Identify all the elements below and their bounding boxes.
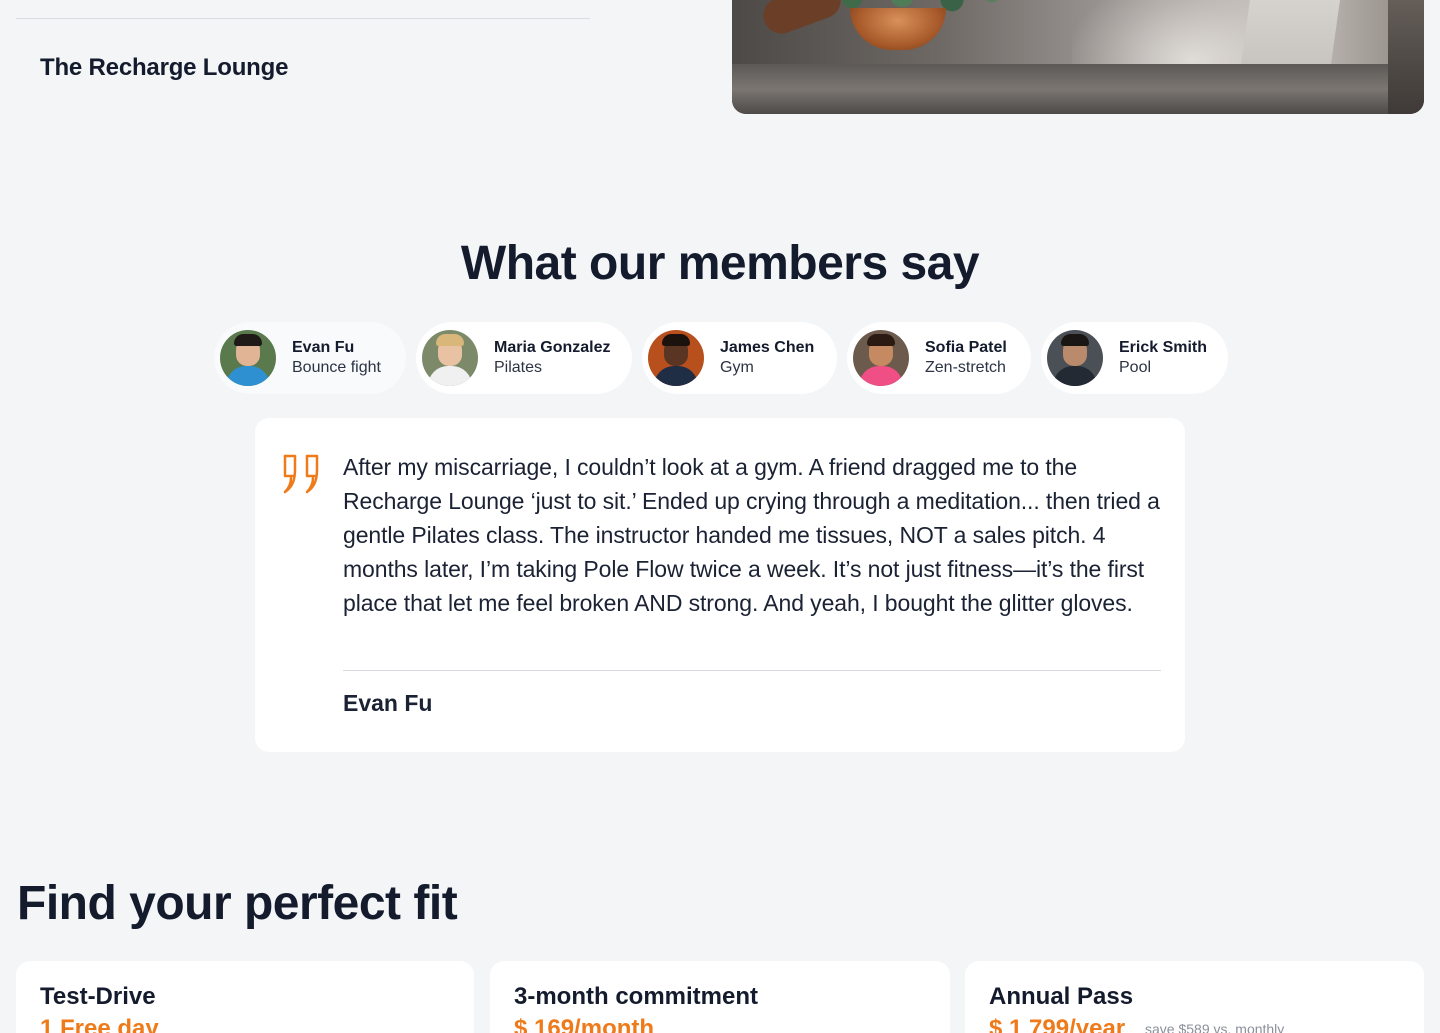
avatar (648, 330, 704, 386)
avatar-body (654, 366, 698, 386)
testimonial-card: After my miscarriage, I couldn’t look at… (255, 418, 1185, 752)
testimonial-author: Evan Fu (343, 690, 433, 716)
testimonial-divider (343, 670, 1161, 671)
plan-card-annual[interactable]: Annual Pass $ 1 799/year save $589 vs. m… (965, 961, 1424, 1033)
plan-price: $ 169/month (514, 1015, 655, 1033)
member-class: Zen-stretch (925, 359, 1006, 376)
plan-card-3-month[interactable]: 3-month commitment $ 169/month (490, 961, 950, 1033)
plan-card-test-drive[interactable]: Test-Drive 1 Free day (16, 961, 474, 1033)
member-class: Bounce fight (292, 359, 381, 376)
plan-name: Annual Pass (989, 983, 1134, 1010)
photo-marble-counter (732, 64, 1424, 114)
member-name: James Chen (720, 339, 815, 356)
avatar-hair (436, 334, 464, 346)
plan-savings-note: save $589 vs. monthly (1145, 1021, 1285, 1033)
photo-wall (1388, 0, 1424, 114)
avatar-body (226, 366, 270, 386)
section-divider (16, 18, 590, 19)
testimonial-quote: After my miscarriage, I couldn’t look at… (343, 454, 1160, 616)
avatar-hair (662, 334, 690, 346)
member-class: Pool (1119, 359, 1152, 376)
member-name: Sofia Patel (925, 339, 1007, 356)
avatar-hair (1061, 334, 1089, 346)
plan-name: Test-Drive (40, 983, 156, 1010)
avatar-body (859, 366, 903, 386)
plan-price: $ 1 799/year (989, 1015, 1126, 1033)
testimonials-title: What our members say (460, 237, 980, 290)
avatar (1047, 330, 1103, 386)
plan-price: 1 Free day (40, 1015, 159, 1033)
avatar (422, 330, 478, 386)
member-tab-james-chen[interactable]: James Chen Gym (642, 322, 837, 394)
member-class: Gym (720, 359, 754, 376)
avatar-hair (867, 334, 895, 346)
lounge-title: The Recharge Lounge (40, 54, 289, 81)
member-class: Pilates (494, 359, 543, 376)
member-tab-sofia-patel[interactable]: Sofia Patel Zen-stretch (847, 322, 1031, 394)
avatar-hair (234, 334, 262, 346)
avatar-body (1053, 366, 1097, 386)
plan-name: 3-month commitment (514, 983, 759, 1010)
member-tab-evan-fu[interactable]: Evan Fu Bounce fight (214, 322, 406, 394)
avatar-body (428, 366, 472, 386)
quote-icon (283, 454, 319, 494)
member-tab-maria-gonzalez[interactable]: Maria Gonzalez Pilates (416, 322, 632, 394)
member-tab-erick-smith[interactable]: Erick Smith Pool (1041, 322, 1228, 394)
member-name: Erick Smith (1119, 339, 1208, 356)
pricing-title: Find your perfect fit (17, 877, 458, 930)
lounge-photo (732, 0, 1424, 114)
avatar (853, 330, 909, 386)
avatar (220, 330, 276, 386)
member-name: Evan Fu (292, 339, 355, 356)
member-name: Maria Gonzalez (494, 339, 611, 356)
photo-copper-bowl (850, 8, 946, 50)
